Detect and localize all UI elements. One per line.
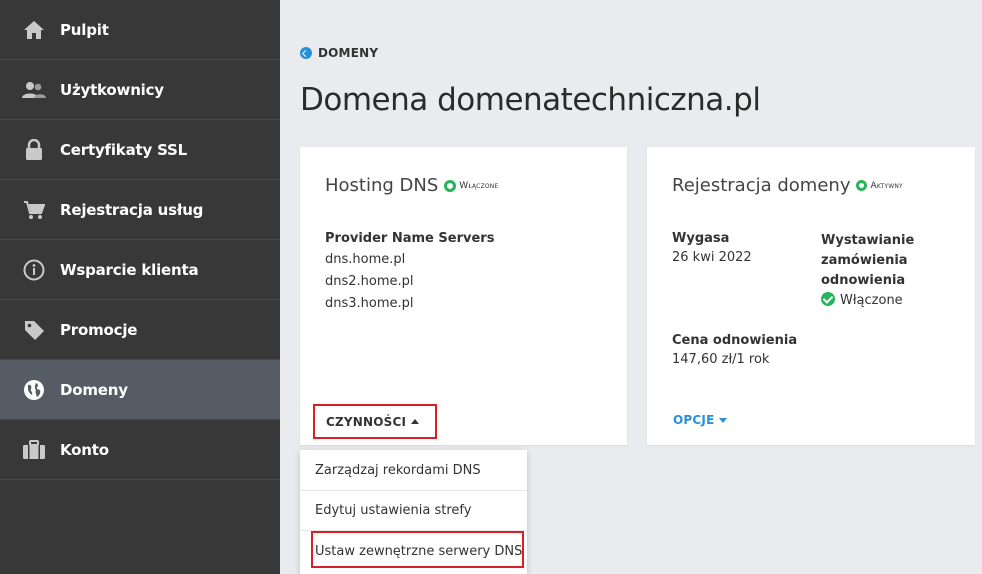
sidebar-item-pulpit[interactable]: Pulpit xyxy=(0,0,280,60)
menu-item-manage-dns-records[interactable]: Zarządzaj rekordami DNS xyxy=(300,450,527,490)
status-badge: Aktywny xyxy=(870,180,903,191)
sidebar-item-label: Domeny xyxy=(60,380,128,399)
sidebar-item-label: Pulpit xyxy=(60,20,109,39)
expires-label: Wygasa xyxy=(672,231,730,246)
expires-value: 26 kwi 2022 xyxy=(672,250,752,265)
highlight-frame xyxy=(311,531,524,568)
name-servers-heading: Provider Name Servers xyxy=(325,231,495,246)
sidebar-item-wsparcie[interactable]: Wsparcie klienta xyxy=(0,240,280,300)
card-title-row: Hosting DNS Włączone xyxy=(325,175,498,196)
price-section: Cena odnowienia 147,60 zł/1 rok xyxy=(672,333,797,367)
breadcrumb[interactable]: DOMENY xyxy=(300,46,378,60)
card-title: Hosting DNS xyxy=(325,175,439,196)
status-active-icon xyxy=(444,179,457,192)
sidebar-item-label: Certyfikaty SSL xyxy=(60,140,187,159)
sidebar-item-promocje[interactable]: Promocje xyxy=(0,300,280,360)
sidebar-item-label: Użytkownicy xyxy=(60,80,164,99)
menu-item-edit-zone-settings[interactable]: Edytuj ustawienia strefy xyxy=(300,490,527,530)
sidebar-item-label: Rejestracja usług xyxy=(60,200,204,219)
card-title-row: Rejestracja domeny Aktywny xyxy=(672,175,903,196)
sidebar-item-label: Konto xyxy=(60,440,109,459)
info-icon xyxy=(22,258,46,282)
card-title: Rejestracja domeny xyxy=(672,175,851,196)
options-button[interactable]: OPCJE xyxy=(673,413,728,427)
renewal-value-row: Włączone xyxy=(821,291,914,311)
status-badge: Włączone xyxy=(459,180,499,191)
renewal-label: Wystawianie xyxy=(821,233,915,248)
price-value: 147,60 zł/1 rok xyxy=(672,352,770,367)
renewal-label: odnowienia xyxy=(821,273,906,288)
back-arrow-icon xyxy=(300,47,312,59)
cart-icon xyxy=(22,198,46,222)
dns-hosting-card: Hosting DNS Włączone Provider Name Serve… xyxy=(300,147,627,445)
sidebar-item-konto[interactable]: Konto xyxy=(0,420,280,480)
renewal-section: Wystawianie zamówienia odnowienia Włączo… xyxy=(821,231,914,311)
tag-icon xyxy=(22,318,46,342)
caret-up-icon xyxy=(411,419,420,424)
users-icon xyxy=(22,78,46,102)
price-label: Cena odnowienia xyxy=(672,333,798,348)
domain-registration-card: Rejestracja domeny Aktywny Wygasa 26 kwi… xyxy=(647,147,975,445)
home-icon xyxy=(22,18,46,42)
name-server-item: dns.home.pl xyxy=(325,252,406,267)
renewal-label: zamówienia xyxy=(821,253,908,268)
sidebar-item-label: Promocje xyxy=(60,320,138,339)
actions-label: CZYNNOŚCI xyxy=(326,414,407,429)
name-server-item: dns2.home.pl xyxy=(325,274,414,289)
sidebar-item-label: Wsparcie klienta xyxy=(60,260,199,279)
briefcase-icon xyxy=(22,438,46,462)
status-active-icon xyxy=(856,180,868,191)
breadcrumb-label: DOMENY xyxy=(318,46,379,60)
name-server-item: dns3.home.pl xyxy=(325,296,414,311)
sidebar: Pulpit Użytkownicy Certyfikaty SSL Rejes… xyxy=(0,0,280,574)
sidebar-item-uzytkownicy[interactable]: Użytkownicy xyxy=(0,60,280,120)
check-icon xyxy=(821,292,835,306)
page-title: Domena domenatechniczna.pl xyxy=(300,82,761,118)
lock-icon xyxy=(22,138,46,162)
options-label: OPCJE xyxy=(673,413,715,427)
sidebar-item-domeny[interactable]: Domeny xyxy=(0,360,280,420)
globe-icon xyxy=(22,378,46,402)
sidebar-item-rejestracja[interactable]: Rejestracja usług xyxy=(0,180,280,240)
sidebar-item-certyfikaty[interactable]: Certyfikaty SSL xyxy=(0,120,280,180)
renewal-value: Włączone xyxy=(840,293,903,308)
caret-down-icon xyxy=(719,417,728,423)
expires-section: Wygasa 26 kwi 2022 xyxy=(672,231,752,265)
name-servers-section: Provider Name Servers dns.home.pl dns2.h… xyxy=(325,231,494,311)
actions-button[interactable]: CZYNNOŚCI xyxy=(313,404,437,439)
